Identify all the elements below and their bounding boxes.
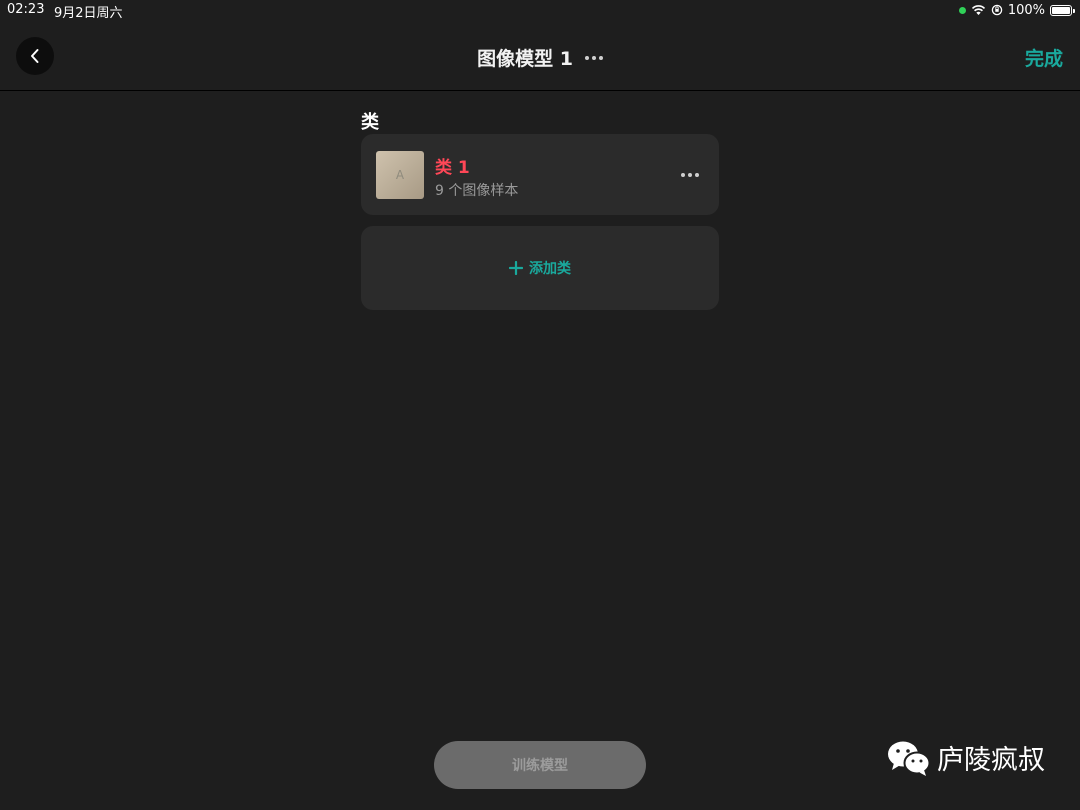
model-more-button[interactable]	[584, 55, 603, 60]
ellipsis-icon	[598, 55, 603, 60]
battery-icon	[1050, 4, 1075, 16]
class-card[interactable]: A 类 1 9 个图像样本	[361, 134, 719, 215]
wechat-icon	[888, 741, 931, 776]
class-name: 类 1	[435, 158, 470, 178]
thumbnail-letter: A	[395, 168, 405, 182]
battery-fill	[1052, 6, 1070, 14]
add-class-label: 添加类	[529, 261, 571, 277]
page-title: 图像模型 1	[477, 48, 573, 70]
battery-percent: 100%	[1007, 2, 1045, 18]
status-date: 9月2日周六	[54, 6, 123, 21]
watermark-text: 庐陵疯叔	[937, 745, 1045, 776]
status-indicators: 100%	[958, 2, 1075, 18]
status-time: 02:23	[7, 2, 45, 17]
done-button[interactable]: 完成	[1025, 44, 1063, 71]
class-thumbnail: A	[376, 151, 424, 199]
ellipsis-icon	[688, 173, 692, 177]
screen: 02:23 9月2日周六 100% 图像模型 1 完成 类 A 类 1 9 个图…	[0, 0, 1080, 810]
train-model-button[interactable]: 训练模型	[434, 741, 646, 789]
section-label: 类	[361, 112, 379, 133]
nav-title-group: 图像模型 1	[0, 44, 1080, 71]
status-bar: 02:23 9月2日周六 100%	[0, 0, 1080, 21]
watermark: 庐陵疯叔	[887, 738, 1045, 777]
plus-icon	[509, 261, 523, 275]
ellipsis-icon	[584, 55, 589, 60]
ellipsis-icon	[695, 173, 699, 177]
add-class-button[interactable]: 添加类	[361, 226, 719, 310]
class-sample-count: 9 个图像样本	[435, 183, 519, 199]
orientation-lock-icon	[991, 4, 1003, 16]
class-more-button[interactable]	[681, 173, 699, 177]
camera-in-use-dot-icon	[958, 6, 966, 14]
wifi-icon	[971, 5, 985, 15]
ellipsis-icon	[681, 173, 685, 177]
battery-cap	[1073, 8, 1075, 13]
nav-bar: 图像模型 1 完成	[0, 20, 1080, 91]
ellipsis-icon	[591, 55, 596, 60]
